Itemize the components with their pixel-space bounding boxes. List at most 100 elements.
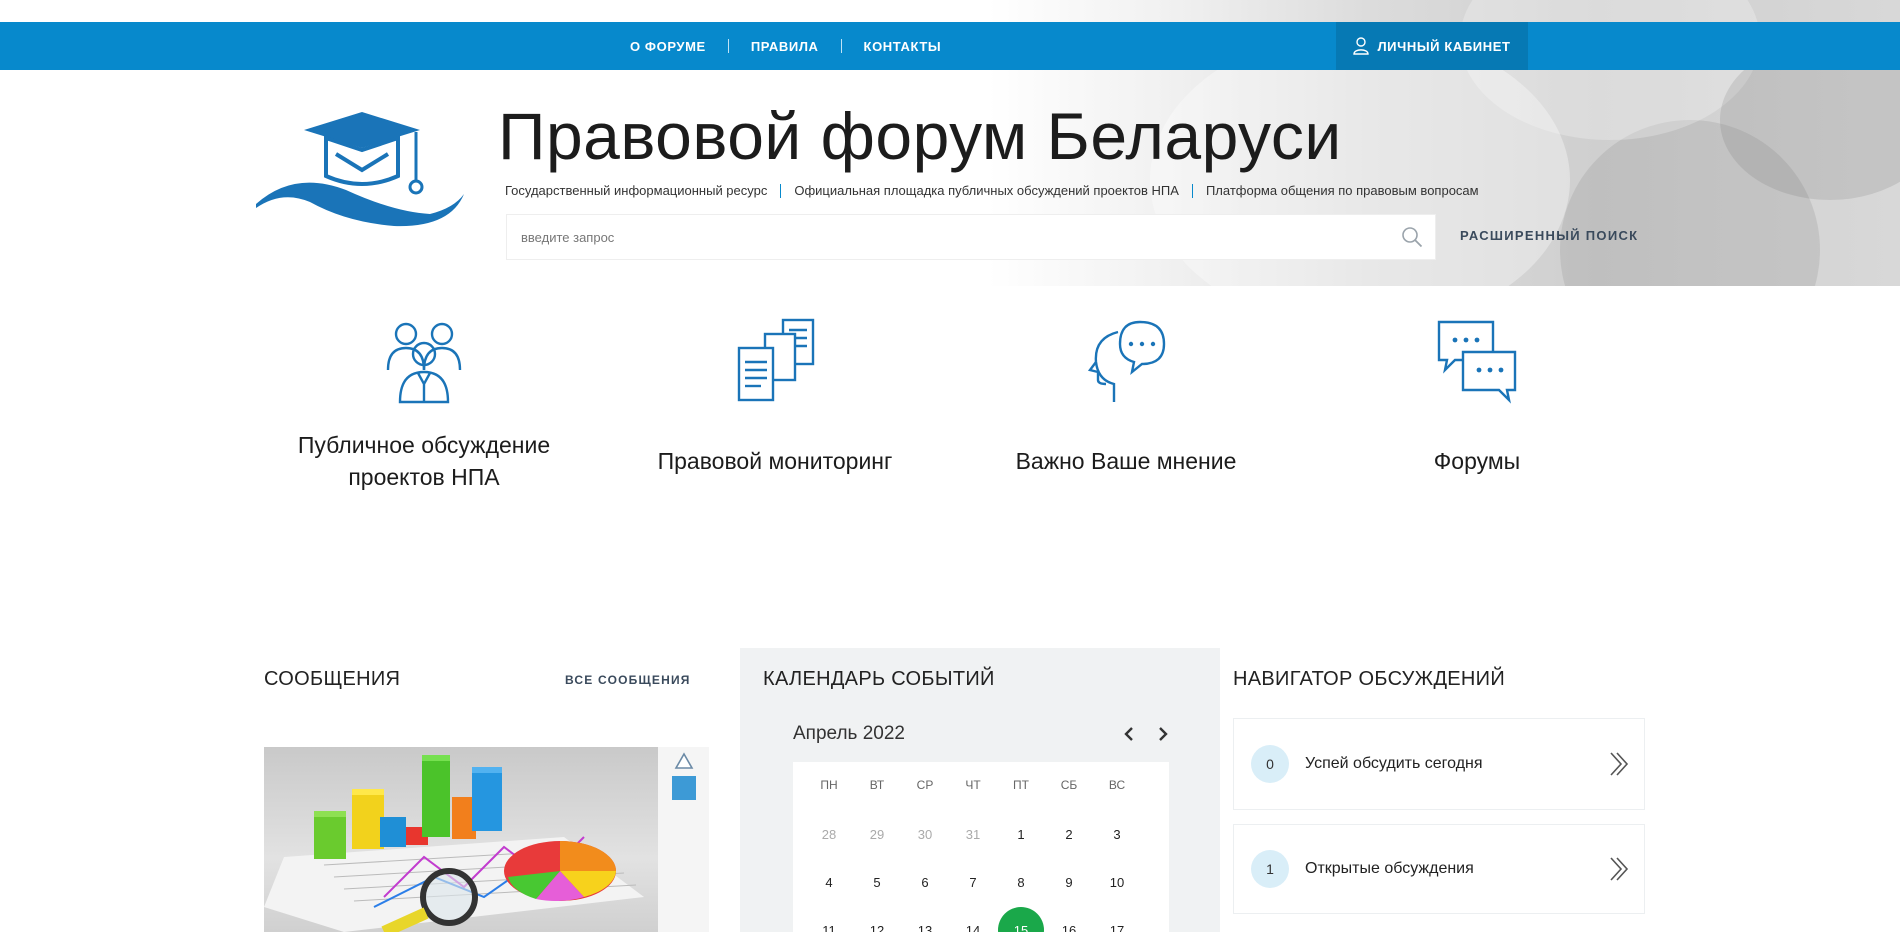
calendar-day[interactable]: 13 xyxy=(901,906,949,932)
calendar-grid: ПН ВТ СР ЧТ ПТ СБ ВС 28 29 30 31 1 2 3 4 5 6 7 8 9 10 11 12 13 1… xyxy=(793,762,1169,932)
top-navigation-bar: О ФОРУМЕ ПРАВИЛА КОНТАКТЫ ЛИЧНЫЙ КАБИНЕТ xyxy=(0,22,1900,70)
documents-icon xyxy=(737,318,815,402)
3d-charts-magnifier-image xyxy=(264,755,644,932)
calendar-day-number: 28 xyxy=(821,826,837,842)
calendar-day[interactable]: 2 xyxy=(1045,810,1093,858)
navigator-item-today[interactable]: 0 Успей обсудить сегодня xyxy=(1233,718,1645,810)
navigator-item-label: Успей обсудить сегодня xyxy=(1305,755,1483,772)
navigator-item-open[interactable]: 1 Открытые обсуждения xyxy=(1233,824,1645,914)
calendar-day-number: 2 xyxy=(1065,826,1073,842)
calendar-day[interactable]: 7 xyxy=(949,858,997,906)
calendar-day[interactable]: 11 xyxy=(805,906,853,932)
head-speech-icon xyxy=(1087,320,1166,402)
feature-label: Публичное обсуждение проектов НПА xyxy=(297,432,551,490)
calendar-day[interactable]: 5 xyxy=(853,858,901,906)
calendar-weekday: ПТ xyxy=(1013,778,1029,792)
user-icon xyxy=(1353,37,1370,55)
feature-label: Важно Ваше мнение xyxy=(1015,448,1237,474)
account-button[interactable]: ЛИЧНЫЙ КАБИНЕТ xyxy=(1336,22,1528,70)
nav-link-about[interactable]: О ФОРУМЕ xyxy=(630,39,706,54)
chevron-left-icon[interactable] xyxy=(1122,725,1136,743)
calendar-day[interactable]: 1 xyxy=(997,810,1045,858)
tagline-divider xyxy=(780,183,782,198)
menu-divider xyxy=(840,39,842,53)
feature-label: Форумы xyxy=(1433,448,1521,474)
menu-divider xyxy=(727,39,729,53)
calendar-day-number: 8 xyxy=(1017,874,1025,890)
calendar-day[interactable]: 14 xyxy=(949,906,997,932)
feature-icon-wrap xyxy=(1317,318,1637,408)
calendar-month: Апрель 2022 xyxy=(793,723,905,744)
news-image[interactable] xyxy=(264,747,658,932)
feature-legal-monitoring[interactable]: Правовой мониторинг xyxy=(615,318,935,474)
all-messages-link[interactable]: ВСЕ СООБЩЕНИЯ xyxy=(565,673,691,687)
calendar-day-number: 5 xyxy=(873,874,881,890)
account-label: ЛИЧНЫЙ КАБИНЕТ xyxy=(1377,38,1511,54)
calendar-day-number: 7 xyxy=(969,874,977,890)
slider-up-arrow-icon[interactable] xyxy=(674,752,694,770)
calendar-day-number: 1 xyxy=(1017,826,1025,842)
messages-title: СООБЩЕНИЯ xyxy=(264,668,401,690)
navigator-item-label: Открытые обсуждения xyxy=(1305,860,1474,877)
calendar-day-number: 17 xyxy=(1109,922,1125,932)
feature-label: Правовой мониторинг xyxy=(657,448,893,474)
feature-public-discussion[interactable]: Публичное обсуждение проектов НПА xyxy=(264,318,584,490)
tagline-divider xyxy=(1191,183,1193,198)
feature-icon-wrap xyxy=(615,318,935,408)
feature-your-opinion[interactable]: Важно Ваше мнение xyxy=(966,318,1286,474)
calendar-day[interactable]: 9 xyxy=(1045,858,1093,906)
feature-icon-wrap xyxy=(966,318,1286,408)
discussion-count-badge: 1 xyxy=(1251,850,1289,888)
calendar-day-number: 9 xyxy=(1065,874,1073,890)
calendar-day[interactable]: 3 xyxy=(1093,810,1141,858)
nav-link-contacts[interactable]: КОНТАКТЫ xyxy=(864,39,942,54)
advanced-search-link[interactable]: РАСШИРЕННЫЙ ПОИСК xyxy=(1460,228,1638,243)
calendar-day-number: 12 xyxy=(869,922,885,932)
slider-indicator[interactable] xyxy=(672,776,696,800)
calendar-day[interactable]: 8 xyxy=(997,858,1045,906)
graduation-cap-logo[interactable] xyxy=(254,108,466,232)
calendar-day-number: 31 xyxy=(965,826,981,842)
calendar-day-number: 14 xyxy=(965,922,981,932)
search-button[interactable] xyxy=(1389,214,1435,260)
calendar-day[interactable]: 31 xyxy=(949,810,997,858)
calendar-weekday: ЧТ xyxy=(965,778,981,792)
calendar-day[interactable]: 16 xyxy=(1045,906,1093,932)
tagline: Государственный информационный ресурс xyxy=(505,183,768,198)
search-bar xyxy=(506,214,1436,260)
double-chevron-right-icon xyxy=(1610,752,1629,776)
calendar-day[interactable]: 17 xyxy=(1093,906,1141,932)
calendar-weekday: ПН xyxy=(820,778,838,792)
main-menu: О ФОРУМЕ ПРАВИЛА КОНТАКТЫ xyxy=(630,22,941,70)
calendar-day-number: 15 xyxy=(1013,922,1029,932)
calendar-day[interactable]: 29 xyxy=(853,810,901,858)
calendar-day[interactable]: 10 xyxy=(1093,858,1141,906)
tagline: Официальная площадка публичных обсуждени… xyxy=(794,183,1179,198)
feature-forums[interactable]: Форумы xyxy=(1317,318,1637,474)
calendar-day[interactable]: 6 xyxy=(901,858,949,906)
calendar-day-number: 30 xyxy=(917,826,933,842)
calendar-day[interactable]: 4 xyxy=(805,858,853,906)
calendar-day[interactable]: 28 xyxy=(805,810,853,858)
nav-link-rules[interactable]: ПРАВИЛА xyxy=(751,39,819,54)
calendar-day[interactable]: 12 xyxy=(853,906,901,932)
tagline: Платформа общения по правовым вопросам xyxy=(1205,183,1479,198)
site-title: Правовой форум Беларуси xyxy=(498,99,1342,173)
double-chevron-right-icon xyxy=(1610,857,1629,881)
navigator-title: НАВИГАТОР ОБСУЖДЕНИЙ xyxy=(1233,668,1506,690)
calendar-day[interactable]: 30 xyxy=(901,810,949,858)
calendar-day-number: 3 xyxy=(1113,826,1121,842)
search-icon xyxy=(1402,227,1423,248)
chat-bubbles-icon xyxy=(1437,320,1517,404)
calendar-weekday: СБ xyxy=(1060,778,1078,792)
chevron-right-icon[interactable] xyxy=(1156,725,1170,743)
people-group-icon xyxy=(386,322,462,404)
search-input[interactable] xyxy=(507,215,1389,259)
discussion-count-badge: 0 xyxy=(1251,745,1289,783)
feature-icon-wrap xyxy=(264,318,584,408)
calendar-day-today[interactable]: 15 xyxy=(997,906,1045,932)
calendar-day-number: 4 xyxy=(825,874,833,890)
calendar-day-number: 6 xyxy=(921,874,929,890)
taglines: Государственный информационный ресурс Оф… xyxy=(505,183,1479,198)
calendar-weekday: ВС xyxy=(1108,778,1126,792)
